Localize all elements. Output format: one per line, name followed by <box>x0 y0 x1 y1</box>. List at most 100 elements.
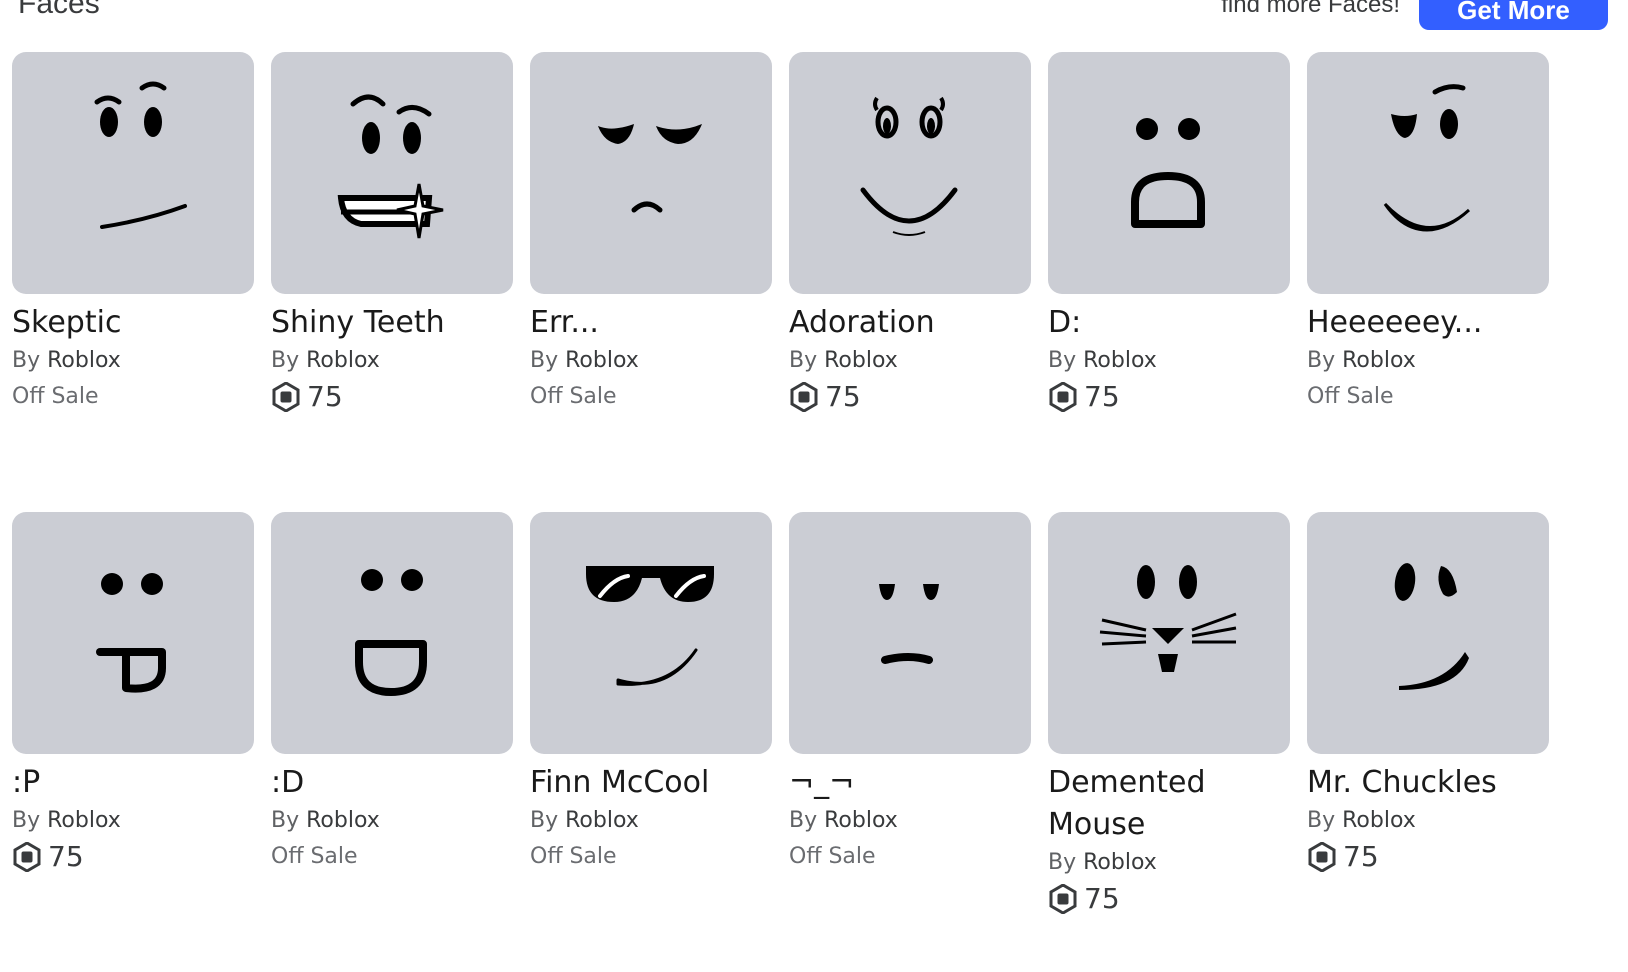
robux-icon <box>789 382 819 412</box>
robux-icon <box>1048 884 1078 914</box>
price-value: 75 <box>1084 882 1120 915</box>
item-thumbnail[interactable] <box>1048 52 1290 294</box>
creator-link[interactable]: Roblox <box>1083 850 1157 875</box>
item-name[interactable]: Err... <box>530 302 772 344</box>
creator-link[interactable]: Roblox <box>47 808 121 833</box>
creator-link[interactable]: Roblox <box>1083 348 1157 373</box>
creator-link[interactable]: Roblox <box>824 348 898 373</box>
item-creator: By Roblox <box>271 346 513 376</box>
item-creator: By Roblox <box>271 806 513 836</box>
item-creator: By Roblox <box>1048 848 1290 878</box>
off-sale-label: Off Sale <box>530 844 617 869</box>
section-header: Faces find more Faces! <box>0 0 1628 36</box>
item-thumbnail[interactable] <box>530 52 772 294</box>
item-thumbnail[interactable] <box>1048 512 1290 754</box>
robux-icon <box>1048 382 1078 412</box>
sunglasses-face-icon <box>586 566 714 686</box>
by-label: By <box>12 808 41 833</box>
item-creator: By Roblox <box>12 806 254 836</box>
item-price: 75 <box>789 382 1031 412</box>
d-face-icon <box>1131 118 1205 228</box>
by-label: By <box>271 808 300 833</box>
skeptic-face-icon <box>94 81 187 229</box>
item-thumbnail[interactable] <box>789 512 1031 754</box>
creator-link[interactable]: Roblox <box>47 348 121 373</box>
item-price-status: Off Sale <box>271 842 513 872</box>
item-price-status: Off Sale <box>530 842 772 872</box>
item-card[interactable]: Adoration By Roblox 75 <box>789 52 1031 512</box>
item-name[interactable]: :D <box>271 762 513 804</box>
item-grid: Skeptic By Roblox Off Sale Shiny Teeth B… <box>12 52 1549 972</box>
item-price: 75 <box>1048 382 1290 412</box>
creator-link[interactable]: Roblox <box>306 348 380 373</box>
item-thumbnail[interactable] <box>12 52 254 294</box>
item-name[interactable]: Skeptic <box>12 302 254 344</box>
item-card[interactable]: Mr. Chuckles By Roblox 75 <box>1307 512 1549 972</box>
item-thumbnail[interactable] <box>1307 512 1549 754</box>
by-label: By <box>789 808 818 833</box>
item-card[interactable]: Demented Mouse By Roblox 75 <box>1048 512 1290 972</box>
grin-face-icon <box>355 569 427 696</box>
by-label: By <box>789 348 818 373</box>
creator-link[interactable]: Roblox <box>824 808 898 833</box>
creator-link[interactable]: Roblox <box>306 808 380 833</box>
find-more-text: find more Faces! <box>1221 0 1400 18</box>
by-label: By <box>530 348 559 373</box>
item-thumbnail[interactable] <box>271 52 513 294</box>
item-thumbnail[interactable] <box>12 512 254 754</box>
chuckles-face-icon <box>1394 563 1469 690</box>
item-card[interactable]: D: By Roblox 75 <box>1048 52 1290 512</box>
get-more-button[interactable]: Get More <box>1419 0 1608 30</box>
item-creator: By Roblox <box>1048 346 1290 376</box>
item-creator: By Roblox <box>12 346 254 376</box>
item-price-status: Off Sale <box>530 382 772 412</box>
item-creator: By Roblox <box>530 346 772 376</box>
item-price: 75 <box>271 382 513 412</box>
item-creator: By Roblox <box>789 346 1031 376</box>
by-label: By <box>12 348 41 373</box>
creator-link[interactable]: Roblox <box>565 348 639 373</box>
item-price-status: Off Sale <box>12 382 254 412</box>
item-thumbnail[interactable] <box>1307 52 1549 294</box>
item-card[interactable]: Shiny Teeth By Roblox 75 <box>271 52 513 512</box>
item-name[interactable]: Finn McCool <box>530 762 772 804</box>
by-label: By <box>1048 850 1077 875</box>
item-name[interactable]: :P <box>12 762 254 804</box>
item-name[interactable]: Demented Mouse <box>1048 762 1290 846</box>
item-card[interactable]: Skeptic By Roblox Off Sale <box>12 52 254 512</box>
item-price: 75 <box>1048 884 1290 914</box>
item-thumbnail[interactable] <box>530 512 772 754</box>
item-thumbnail[interactable] <box>271 512 513 754</box>
item-thumbnail[interactable] <box>789 52 1031 294</box>
item-name[interactable]: D: <box>1048 302 1290 344</box>
item-price: 75 <box>1307 842 1549 872</box>
item-creator: By Roblox <box>530 806 772 836</box>
item-name[interactable]: Mr. Chuckles <box>1307 762 1549 804</box>
item-name[interactable]: ¬_¬ <box>789 762 1031 804</box>
creator-link[interactable]: Roblox <box>1342 348 1416 373</box>
item-card[interactable]: :P By Roblox 75 <box>12 512 254 972</box>
item-creator: By Roblox <box>1307 806 1549 836</box>
creator-link[interactable]: Roblox <box>565 808 639 833</box>
by-label: By <box>1307 808 1336 833</box>
item-name[interactable]: Adoration <box>789 302 1031 344</box>
price-value: 75 <box>1343 840 1379 873</box>
item-card[interactable]: ¬_¬ By Roblox Off Sale <box>789 512 1031 972</box>
heeeeeey-face-icon <box>1383 84 1471 232</box>
creator-link[interactable]: Roblox <box>1342 808 1416 833</box>
off-sale-label: Off Sale <box>271 844 358 869</box>
item-card[interactable]: Heeeeeey... By Roblox Off Sale <box>1307 52 1549 512</box>
unimpressed-face-icon <box>879 584 939 664</box>
item-name[interactable]: Shiny Teeth <box>271 302 513 344</box>
section-title: Faces <box>18 0 100 20</box>
err-face-icon <box>598 124 702 213</box>
item-card[interactable]: Err... By Roblox Off Sale <box>530 52 772 512</box>
by-label: By <box>271 348 300 373</box>
price-value: 75 <box>825 380 861 413</box>
item-card[interactable]: Finn McCool By Roblox Off Sale <box>530 512 772 972</box>
by-label: By <box>530 808 559 833</box>
mouse-face-icon <box>1099 565 1237 672</box>
item-card[interactable]: :D By Roblox Off Sale <box>271 512 513 972</box>
item-name[interactable]: Heeeeeey... <box>1307 302 1549 344</box>
off-sale-label: Off Sale <box>1307 384 1394 409</box>
